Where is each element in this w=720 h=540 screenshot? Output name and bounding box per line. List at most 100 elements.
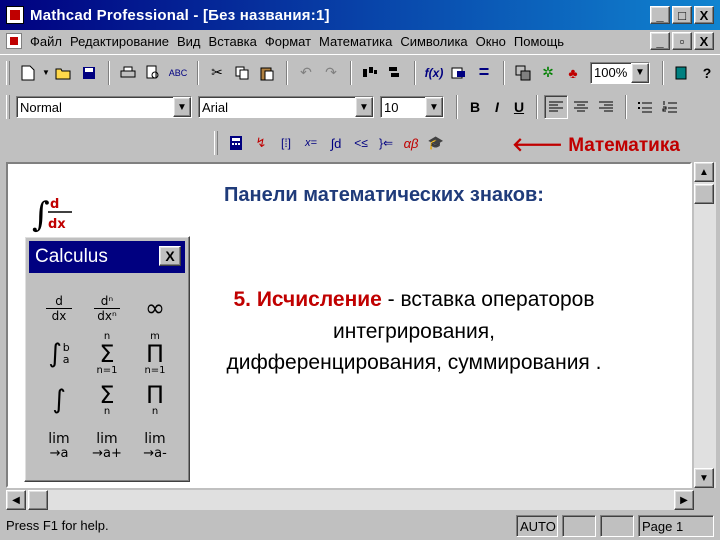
style-value: Normal — [20, 99, 62, 115]
cut-scissors-icon[interactable]: ✂ — [205, 61, 229, 85]
vertical-scrollbar[interactable]: ▲ ▼ — [694, 162, 716, 488]
italic-button[interactable]: I — [486, 99, 508, 115]
dropdown-arrow-icon[interactable]: ▼ — [41, 61, 51, 85]
chevron-down-icon[interactable]: ▼ — [355, 97, 373, 117]
menu-format[interactable]: Формат — [265, 34, 311, 49]
programming-palette-icon[interactable]: }⇐ — [374, 131, 398, 155]
infinity-icon: ∞ — [145, 294, 165, 322]
chevron-down-icon[interactable]: ▼ — [173, 97, 191, 117]
evaluation-palette-icon[interactable]: x= — [299, 131, 323, 155]
doc-restore-button[interactable]: ▫ — [672, 32, 692, 50]
scrollbar-corner — [694, 490, 716, 510]
doc-minimize-button[interactable]: _ — [650, 32, 670, 50]
scroll-up-button[interactable]: ▲ — [694, 162, 714, 182]
help-book-icon[interactable] — [670, 61, 694, 85]
toolbar-grip[interactable] — [214, 131, 218, 155]
limit-right-label: lim — [96, 430, 118, 447]
document-icon[interactable] — [6, 33, 22, 49]
bullet-list-icon[interactable] — [633, 95, 657, 119]
symbolic-palette-icon[interactable]: 🎓 — [424, 131, 448, 155]
toolbar-separator — [456, 95, 458, 119]
menu-help[interactable]: Помощь — [514, 34, 564, 49]
graph-palette-icon[interactable]: ↯ — [249, 131, 273, 155]
limit-button[interactable]: lim →a — [35, 423, 83, 469]
minimize-button[interactable]: _ — [650, 6, 670, 24]
insert-component-icon[interactable] — [511, 61, 535, 85]
horizontal-scrollbar[interactable]: ◀ ▶ — [6, 490, 694, 510]
menu-symbolics[interactable]: Символика — [400, 34, 467, 49]
chevron-down-icon[interactable]: ▼ — [631, 62, 649, 83]
resource-center-icon[interactable]: ✲ — [536, 61, 560, 85]
scroll-left-button[interactable]: ◀ — [6, 490, 26, 510]
close-button[interactable]: X — [694, 6, 714, 24]
new-document-icon[interactable] — [16, 61, 40, 85]
limit-right-button[interactable]: lim →a+ — [83, 423, 131, 469]
align-right-icon[interactable] — [594, 95, 618, 119]
align-across-icon[interactable] — [358, 61, 382, 85]
insert-unit-icon[interactable] — [447, 61, 471, 85]
limit-left-button[interactable]: lim →a- — [131, 423, 179, 469]
sum-button[interactable]: Σn — [83, 377, 131, 423]
range-product-button[interactable]: m Πn=1 — [131, 331, 179, 377]
definite-integral-button[interactable]: ∫ b a — [35, 331, 83, 377]
font-size-select[interactable]: 10 ▼ — [380, 96, 444, 118]
indefinite-integral-button[interactable]: ∫ — [35, 377, 83, 423]
nth-derivative-button[interactable]: dⁿ dxⁿ — [83, 285, 131, 331]
horizontal-scroll-thumb[interactable] — [28, 490, 48, 510]
align-left-icon[interactable] — [544, 95, 568, 119]
formatting-toolbar: Normal ▼ Arial ▼ 10 ▼ B I U — [0, 91, 720, 123]
save-disk-icon[interactable] — [77, 61, 101, 85]
calculator-palette-icon[interactable] — [224, 131, 248, 155]
toolbar-separator — [536, 95, 538, 119]
underline-button[interactable]: U — [508, 99, 530, 115]
palette-close-button[interactable]: X — [159, 246, 181, 266]
vertical-scroll-thumb[interactable] — [694, 184, 714, 204]
calculate-equals-icon[interactable]: = — [472, 61, 496, 85]
style-select[interactable]: Normal ▼ — [16, 96, 192, 118]
infinity-button[interactable]: ∞ — [131, 285, 179, 331]
zoom-select[interactable]: 100% ▼ — [590, 61, 650, 84]
insert-function-icon[interactable]: f(x) — [422, 61, 446, 85]
range-sum-button[interactable]: n Σn=1 — [83, 331, 131, 377]
chevron-down-icon[interactable]: ▼ — [425, 97, 443, 117]
doc-close-button[interactable]: X — [694, 32, 714, 50]
derivative-den: dx — [51, 308, 67, 323]
menu-insert[interactable]: Вставка — [209, 34, 257, 49]
range-sum-bottom: n=1 — [96, 365, 118, 376]
redo-icon[interactable]: ↷ — [319, 61, 343, 85]
bold-button[interactable]: B — [464, 99, 486, 115]
menu-edit[interactable]: Редактирование — [70, 34, 169, 49]
font-size-value: 10 — [384, 99, 399, 115]
spell-check-icon[interactable]: ABC — [166, 61, 190, 85]
palette-title-bar[interactable]: Calculus X — [29, 241, 185, 273]
print-preview-icon[interactable] — [141, 61, 165, 85]
numbered-list-icon[interactable] — [658, 95, 682, 119]
tree-icon[interactable]: ♣ — [561, 61, 585, 85]
toolbar-grip[interactable] — [6, 95, 10, 119]
toolbar-grip[interactable] — [6, 60, 10, 85]
font-select[interactable]: Arial ▼ — [198, 96, 374, 118]
product-button[interactable]: Πn — [131, 377, 179, 423]
derivative-button[interactable]: d dx — [35, 285, 83, 331]
menu-window[interactable]: Окно — [476, 34, 506, 49]
menu-file[interactable]: Файл — [30, 34, 62, 49]
mathcad-app-icon[interactable] — [6, 6, 24, 24]
maximize-button[interactable]: □ — [672, 6, 692, 24]
boolean-palette-icon[interactable]: <≤ — [349, 131, 373, 155]
scroll-right-button[interactable]: ▶ — [674, 490, 694, 510]
open-folder-icon[interactable] — [52, 61, 76, 85]
menu-view[interactable]: Вид — [177, 34, 201, 49]
context-help-icon[interactable]: ? — [695, 61, 719, 85]
toolbar-separator — [350, 60, 352, 85]
undo-icon[interactable]: ↶ — [294, 61, 318, 85]
paste-clipboard-icon[interactable] — [255, 61, 279, 85]
scroll-down-button[interactable]: ▼ — [694, 468, 714, 488]
matrix-palette-icon[interactable]: [⁞] — [274, 131, 298, 155]
copy-icon[interactable] — [230, 61, 254, 85]
calculus-palette-icon[interactable]: ∫d — [324, 131, 348, 155]
print-icon[interactable] — [116, 61, 140, 85]
align-down-icon[interactable] — [383, 61, 407, 85]
menu-math[interactable]: Математика — [319, 34, 392, 49]
align-center-icon[interactable] — [569, 95, 593, 119]
greek-palette-icon[interactable]: αβ — [399, 131, 423, 155]
